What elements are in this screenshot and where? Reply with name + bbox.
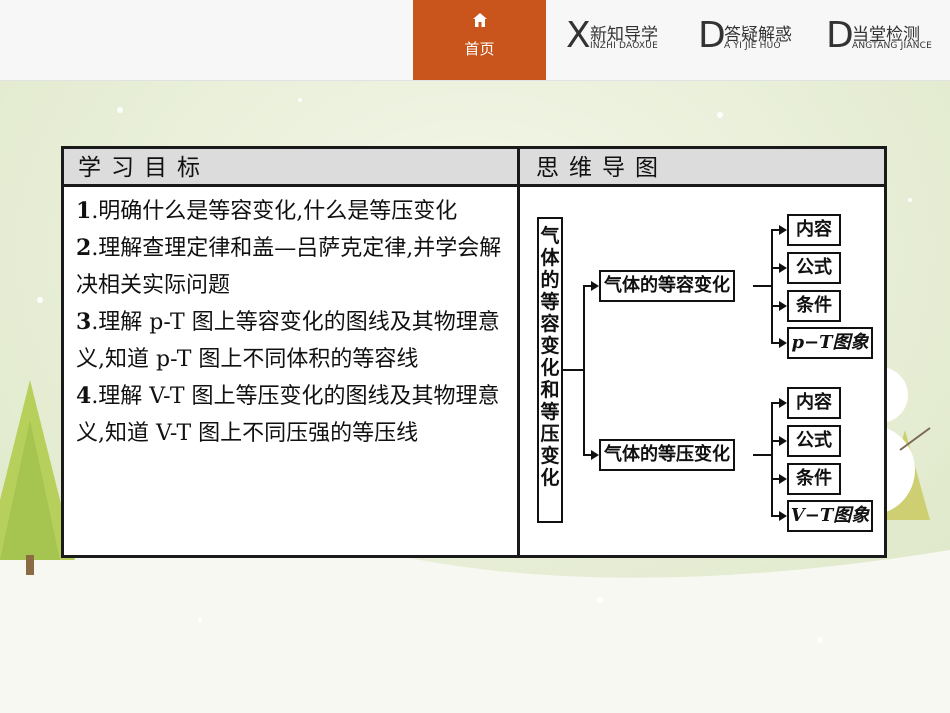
nav-pinyin: ANGTANG JIANCE xyxy=(852,41,933,51)
arrow-icon xyxy=(591,450,599,460)
mind-map-root: 气体的等容变化和等压变化 xyxy=(537,217,563,523)
connector-line xyxy=(753,454,771,456)
arrow-icon xyxy=(779,436,787,446)
leaf-formula: 公式 xyxy=(787,252,841,284)
branch-isobaric: 气体的等压变化 xyxy=(599,439,735,471)
arrow-icon xyxy=(779,301,787,311)
nav-initial: X xyxy=(566,15,591,56)
goal-item: 1.明确什么是等容变化,什么是等压变化 xyxy=(76,198,458,224)
content-table: 学习目标 思维导图 1.明确什么是等容变化,什么是等压变化 2.理解查理定律和盖… xyxy=(61,146,887,558)
learning-goals-list: 1.明确什么是等容变化,什么是等压变化 2.理解查理定律和盖—吕萨克定律,并学会… xyxy=(76,193,508,452)
goal-item: 4.理解 V-T 图上等压变化的图线及其物理意义,知道 V-T 图上不同压强的等… xyxy=(76,383,500,446)
mind-map: 气体的等容变化和等压变化 气体的等容变化 内容 公式 条件 p−T图象 气体的等… xyxy=(531,211,874,533)
home-button-label: 首页 xyxy=(464,40,495,58)
connector-line xyxy=(753,285,771,287)
learning-goals-header: 学习目标 xyxy=(64,149,517,187)
connector-line xyxy=(771,402,773,517)
leaf-formula: 公式 xyxy=(787,425,841,457)
leaf-graph: V−T图象 xyxy=(787,500,873,532)
nav-dayi-jiehuo[interactable]: D 答疑解惑 A YI JIE HUO xyxy=(698,0,808,80)
connector-line xyxy=(563,369,583,371)
connector-line xyxy=(771,229,773,344)
arrow-icon xyxy=(591,281,599,291)
arrow-icon xyxy=(779,263,787,273)
nav-pinyin: A YI JIE HUO xyxy=(724,41,781,51)
branch-isochoric: 气体的等容变化 xyxy=(599,270,735,302)
leaf-content: 内容 xyxy=(787,214,841,246)
nav-initial: D xyxy=(826,15,854,56)
mind-map-header: 思维导图 xyxy=(520,149,884,187)
nav-xinzhi-daoxue[interactable]: X 新知导学 INZHI DAOXUE xyxy=(566,0,676,80)
leaf-condition: 条件 xyxy=(787,290,841,322)
arrow-icon xyxy=(779,511,787,521)
nav-dangtang-jiance[interactable]: D 当堂检测 ANGTANG JIANCE xyxy=(826,0,946,80)
arrow-icon xyxy=(779,338,787,348)
home-icon xyxy=(473,13,487,27)
arrow-icon xyxy=(779,225,787,235)
goal-item: 3.理解 p-T 图上等容变化的图线及其物理意义,知道 p-T 图上不同体积的等… xyxy=(76,309,500,372)
leaf-content: 内容 xyxy=(787,387,841,419)
leaf-graph: p−T图象 xyxy=(787,327,873,359)
arrow-icon xyxy=(779,398,787,408)
nav-pinyin: INZHI DAOXUE xyxy=(590,41,658,51)
table-divider xyxy=(517,149,520,555)
home-button[interactable]: 首页 xyxy=(413,0,546,80)
nav-initial: D xyxy=(698,15,726,56)
leaf-condition: 条件 xyxy=(787,463,841,495)
goal-item: 2.理解查理定律和盖—吕萨克定律,并学会解决相关实际问题 xyxy=(76,235,502,298)
top-nav-bar: 首页 X 新知导学 INZHI DAOXUE D 答疑解惑 A YI JIE H… xyxy=(0,0,950,81)
arrow-icon xyxy=(779,474,787,484)
connector-line xyxy=(583,285,585,455)
